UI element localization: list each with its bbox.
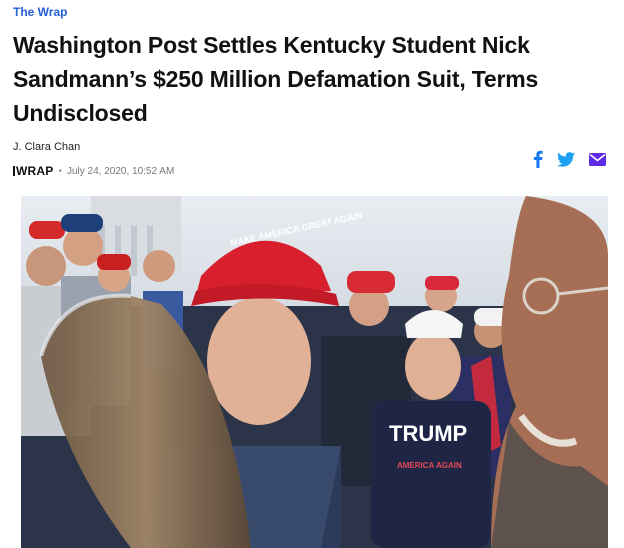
sweatshirt-small-text: AMERICA AGAIN [397, 461, 462, 470]
sweatshirt-text: TRUMP [389, 421, 467, 446]
facebook-icon[interactable] [533, 150, 543, 168]
article-headline: Washington Post Settles Kentucky Student… [13, 32, 539, 126]
source-link[interactable]: The Wrap [13, 5, 67, 19]
publish-date: July 24, 2020, 10:52 AM [66, 165, 175, 177]
email-icon[interactable] [589, 152, 606, 166]
publisher-logo[interactable]: WRAP [13, 164, 53, 178]
meta-separator: • [58, 165, 62, 177]
article-meta: WRAP • July 24, 2020, 10:52 AM [13, 164, 174, 178]
hero-photo: MAKE AMERICA GREAT AGAIN TRUMP AMERICA A… [21, 196, 608, 548]
share-bar [533, 150, 606, 168]
author-link[interactable]: J. Clara Chan [13, 141, 80, 153]
twitter-icon[interactable] [557, 151, 575, 167]
hero-photo-illustration: MAKE AMERICA GREAT AGAIN TRUMP AMERICA A… [21, 196, 608, 548]
